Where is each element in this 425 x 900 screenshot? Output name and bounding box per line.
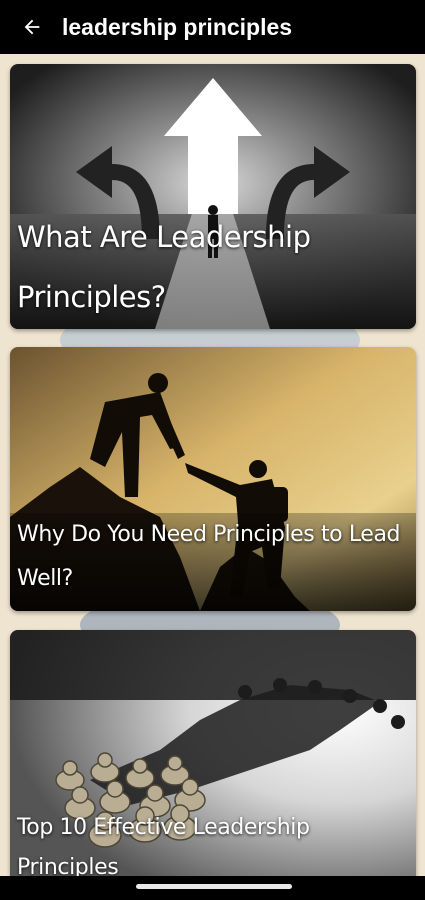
card-title: Why Do You Need Principles to Lead Well? <box>10 513 416 611</box>
article-card-why-principles[interactable]: Why Do You Need Principles to Lead Well? <box>10 347 416 611</box>
article-card-what-are-leadership-principles[interactable]: What Are Leadership Principles? <box>10 64 416 329</box>
card-title: What Are Leadership Principles? <box>17 220 311 314</box>
page-title: leadership principles <box>62 13 293 40</box>
article-card-top-10-principles[interactable]: Top 10 Effective Leadership Principles <box>10 630 416 892</box>
arrow-left-icon <box>24 19 40 35</box>
back-button[interactable] <box>0 0 64 54</box>
home-indicator[interactable] <box>136 884 292 889</box>
app-bar: leadership principles <box>0 0 425 54</box>
